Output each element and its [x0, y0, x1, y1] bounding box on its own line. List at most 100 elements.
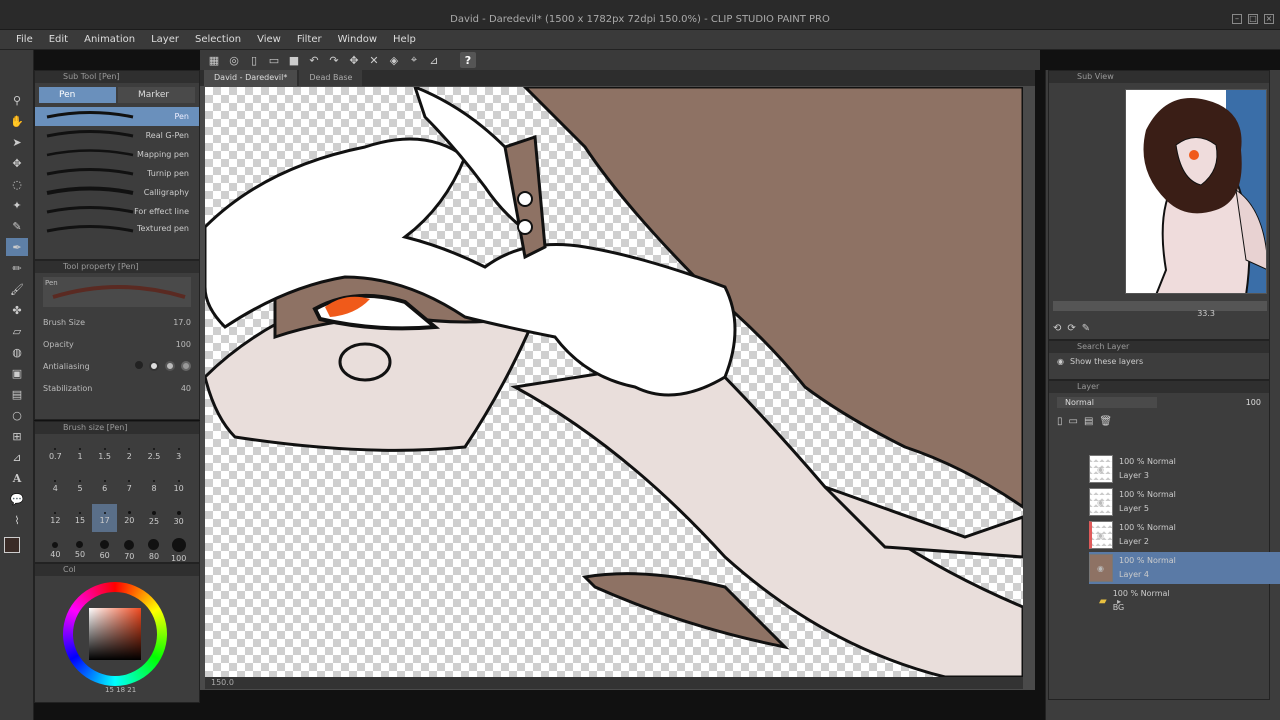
delete-layer-icon[interactable]: 🗑 [1099, 416, 1112, 427]
stabilization-value[interactable]: 40 [181, 384, 191, 393]
brush-size-option[interactable]: 80 [142, 536, 167, 564]
layer-row-folder[interactable]: ▸ ▰ 100 % Normal BG [1089, 585, 1280, 617]
brush-size-option[interactable]: 1 [68, 440, 93, 468]
clip-studio-icon[interactable]: ◎ [226, 52, 242, 68]
menu-view[interactable]: View [249, 34, 289, 45]
frame-icon[interactable]: ⊞ [6, 427, 28, 445]
grid-icon[interactable]: ▦ [206, 52, 222, 68]
antialiasing-row[interactable]: Antialiasing [35, 355, 199, 377]
brush-size-option[interactable]: 8 [142, 472, 167, 500]
fill-icon[interactable]: ◈ [386, 52, 402, 68]
brush-size-option[interactable]: 10 [166, 472, 191, 500]
text-tool-icon[interactable]: A [6, 469, 28, 487]
antialiasing-none-icon[interactable] [135, 361, 143, 369]
brush-size-option[interactable]: 30 [166, 504, 191, 532]
antialiasing-strong-icon[interactable] [181, 361, 191, 371]
new-folder-icon[interactable]: ▤ [1084, 416, 1093, 427]
visibility-eye-icon[interactable]: ◉ [1097, 531, 1107, 540]
brush-size-value[interactable]: 17.0 [173, 318, 191, 327]
transform-icon[interactable]: ✥ [346, 52, 362, 68]
opacity-value[interactable]: 100 [176, 340, 191, 349]
brush-tool-icon[interactable]: 🖌 [6, 280, 28, 298]
menu-filter[interactable]: Filter [289, 34, 330, 45]
move-layer-icon[interactable]: ✥ [6, 154, 28, 172]
menu-edit[interactable]: Edit [41, 34, 76, 45]
brush-item[interactable]: Calligraphy [35, 183, 199, 202]
eyedropper-icon[interactable]: ✎ [6, 217, 28, 235]
new-file-icon[interactable]: ▯ [246, 52, 262, 68]
antialiasing-weak-icon[interactable] [149, 361, 159, 371]
brush-item[interactable]: Textured pen [35, 221, 199, 235]
subview-scrollbar[interactable] [1053, 301, 1267, 311]
brush-size-option[interactable]: 100 [166, 536, 191, 564]
eraser-icon[interactable]: ▱ [6, 322, 28, 340]
brush-size-option[interactable]: 3 [166, 440, 191, 468]
brush-size-option[interactable]: 60 [92, 536, 117, 564]
subview-eyedropper-icon[interactable]: ✎ [1082, 323, 1090, 334]
balloon-icon[interactable]: 💬 [6, 490, 28, 508]
hue-ring[interactable] [63, 582, 167, 686]
airbrush-icon[interactable]: ✤ [6, 301, 28, 319]
expand-arrow-icon[interactable]: ▸ [1117, 597, 1127, 606]
brush-size-option[interactable]: 2 [117, 440, 142, 468]
new-vector-layer-icon[interactable]: ▭ [1069, 416, 1078, 427]
subview-rotate-icon[interactable]: ⟳ [1067, 323, 1075, 334]
pen-tool-icon[interactable]: ✒ [6, 238, 28, 256]
menu-selection[interactable]: Selection [187, 34, 249, 45]
ruler-tool-icon[interactable]: ⊿ [6, 448, 28, 466]
visibility-eye-icon[interactable]: ◉ [1097, 465, 1107, 474]
blend-mode-select[interactable]: Normal [1057, 397, 1157, 408]
brush-item[interactable]: For effect line [35, 202, 199, 221]
show-layers-label[interactable]: Show these layers [1070, 357, 1143, 366]
brush-item[interactable]: Mapping pen [35, 145, 199, 164]
hand-tool-icon[interactable]: ✋ [6, 112, 28, 130]
visibility-eye-icon[interactable]: ◉ [1097, 498, 1107, 507]
save-icon[interactable]: ■ [286, 52, 302, 68]
fill-tool-icon[interactable]: ▣ [6, 364, 28, 382]
figure-icon[interactable]: ○ [6, 406, 28, 424]
menu-file[interactable]: File [8, 34, 41, 45]
stabilization-row[interactable]: Stabilization 40 [35, 377, 199, 399]
brush-size-option[interactable]: 40 [43, 536, 68, 564]
pencil-tool-icon[interactable]: ✏ [6, 259, 28, 277]
eye-icon[interactable]: ◉ [1057, 357, 1064, 366]
maximize-icon[interactable]: □ [1248, 14, 1258, 24]
tab-document[interactable]: David - Daredevil* [204, 70, 298, 86]
ruler-icon[interactable]: ⊿ [426, 52, 442, 68]
layer-row[interactable]: ◉ 100 % Normal Layer 5 [1089, 486, 1280, 518]
selection-tool-icon[interactable]: ◌ [6, 175, 28, 193]
layer-opacity-value[interactable]: 100 [1246, 398, 1261, 407]
brush-size-option[interactable]: 17 [92, 504, 117, 532]
saturation-value-square[interactable] [89, 608, 141, 660]
brush-size-option[interactable]: 0.7 [43, 440, 68, 468]
visibility-eye-icon[interactable]: ◉ [1097, 564, 1107, 573]
brush-size-option[interactable]: 7 [117, 472, 142, 500]
layer-row[interactable]: ◉ 100 % Normal Layer 2 [1089, 519, 1280, 551]
menu-layer[interactable]: Layer [143, 34, 187, 45]
subview-zoom-value[interactable]: 33.3 [1197, 309, 1215, 318]
blend-icon[interactable]: ◍ [6, 343, 28, 361]
correct-line-icon[interactable]: ⌇ [6, 511, 28, 529]
gradient-icon[interactable]: ▤ [6, 385, 28, 403]
brush-item[interactable]: Pen [35, 107, 199, 126]
minimize-icon[interactable]: – [1232, 14, 1242, 24]
brush-size-option[interactable]: 5 [68, 472, 93, 500]
snap-icon[interactable]: ⌖ [406, 52, 422, 68]
brush-size-option[interactable]: 25 [142, 504, 167, 532]
brush-size-option[interactable]: 12 [43, 504, 68, 532]
menu-window[interactable]: Window [330, 34, 385, 45]
new-raster-layer-icon[interactable]: ▯ [1057, 416, 1063, 427]
layer-row[interactable]: ◉ 100 % Normal Layer 3 [1089, 453, 1280, 485]
drawing-canvas[interactable] [205, 87, 1023, 677]
brush-size-option[interactable]: 2.5 [142, 440, 167, 468]
redo-icon[interactable]: ↷ [326, 52, 342, 68]
tab-marker[interactable]: Marker [118, 87, 195, 103]
zoom-tool-icon[interactable]: ⚲ [6, 91, 28, 109]
undo-icon[interactable]: ↶ [306, 52, 322, 68]
clear-icon[interactable]: ✕ [366, 52, 382, 68]
tab-document[interactable]: Dead Base [299, 70, 363, 86]
auto-select-icon[interactable]: ✦ [6, 196, 28, 214]
open-file-icon[interactable]: ▭ [266, 52, 282, 68]
subview-fit-icon[interactable]: ⟲ [1053, 323, 1061, 334]
brush-size-option[interactable]: 1.5 [92, 440, 117, 468]
